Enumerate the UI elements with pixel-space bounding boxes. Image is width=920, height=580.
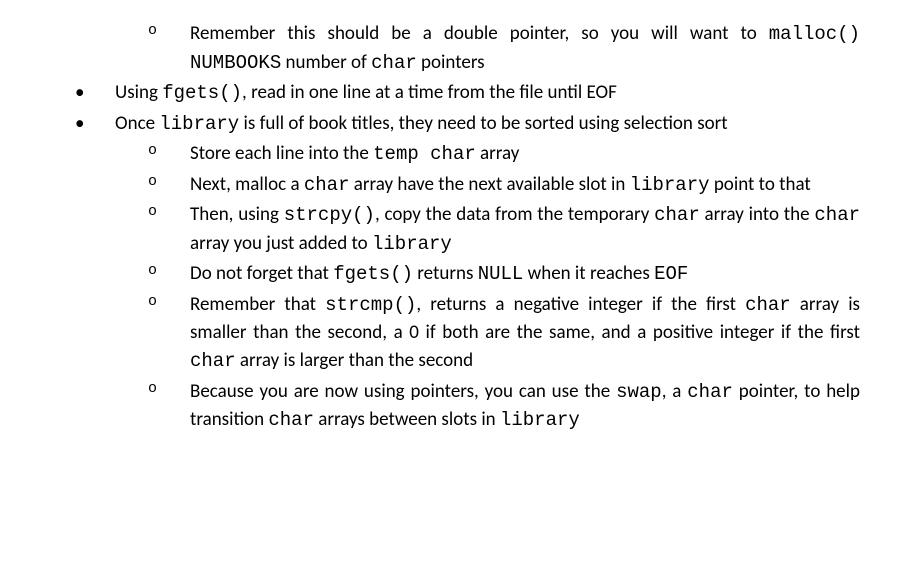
- code-text: char: [268, 409, 314, 431]
- body-text: pointers: [417, 51, 485, 74]
- code-text: library: [500, 409, 580, 431]
- code-text: library: [630, 174, 710, 196]
- body-text: Next, malloc a: [190, 173, 304, 196]
- document-content: Remember this should be a double pointer…: [60, 20, 860, 435]
- sub-bullet-item: Do not forget that fgets() returns NULL …: [60, 260, 860, 289]
- bullet-item: Once library is full of book titles, the…: [60, 110, 860, 139]
- code-text: NULL: [478, 263, 524, 285]
- code-text: fgets(): [333, 263, 413, 285]
- body-text: array into the: [700, 203, 815, 226]
- body-text: array: [476, 142, 520, 165]
- code-text: char: [745, 294, 791, 316]
- body-text: , a: [662, 380, 688, 403]
- code-text: library: [372, 233, 452, 255]
- code-text: char: [304, 174, 350, 196]
- code-text: char: [814, 204, 860, 226]
- sub-bullet-item: Remember this should be a double pointer…: [60, 20, 860, 77]
- sub-bullet-item: Because you are now using pointers, you …: [60, 378, 860, 435]
- code-text: char: [654, 204, 700, 226]
- bullet-item: Using fgets(), read in one line at a tim…: [60, 79, 860, 108]
- sub-bullet-item: Remember that strcmp(), returns a negati…: [60, 291, 860, 376]
- sub-bullet-list: Remember this should be a double pointer…: [60, 20, 860, 77]
- code-text: strcmp(): [325, 294, 416, 316]
- body-text: , copy the data from the temporary: [375, 203, 654, 226]
- code-text: library: [159, 113, 239, 135]
- body-text: Remember that: [190, 293, 325, 316]
- body-text: Do not forget that: [190, 262, 333, 285]
- sub-bullet-item: Next, malloc a char array have the next …: [60, 171, 860, 200]
- sub-bullet-item: Store each line into the temp char array: [60, 140, 860, 169]
- code-text: EOF: [654, 263, 688, 285]
- body-text: , read in one line at a time from the fi…: [242, 81, 617, 104]
- code-text: char: [190, 350, 236, 372]
- bullet-list: Using fgets(), read in one line at a tim…: [60, 79, 860, 138]
- code-text: fgets(): [162, 82, 242, 104]
- sub-bullet-item: Then, using strcpy(), copy the data from…: [60, 201, 860, 258]
- body-text: is full of book titles, they need to be …: [239, 112, 727, 135]
- body-text: Once: [115, 112, 159, 135]
- code-text: char: [687, 381, 733, 403]
- sub-bullet-list: Remember that strcmp(), returns a negati…: [60, 291, 860, 435]
- code-text: strcpy(): [284, 204, 375, 226]
- body-text: Store each line into the: [190, 142, 373, 165]
- code-text: NUMBOOKS: [190, 52, 281, 74]
- body-text: number of: [281, 51, 371, 74]
- body-text: when it reaches: [523, 262, 654, 285]
- body-text: array you just added to: [190, 232, 372, 255]
- body-text: returns: [413, 262, 478, 285]
- body-text: Remember this should be a double pointer…: [190, 22, 769, 45]
- body-text: , returns a negative integer if the firs…: [416, 293, 745, 316]
- body-text: arrays between slots in: [314, 408, 500, 431]
- code-text: swap: [616, 381, 662, 403]
- body-text: point to that: [710, 173, 811, 196]
- body-text: Using: [115, 81, 162, 104]
- sub-bullet-list: Store each line into the temp char array…: [60, 140, 860, 289]
- code-text: temp char: [373, 143, 476, 165]
- body-text: Because you are now using pointers, you …: [190, 380, 616, 403]
- body-text: array have the next available slot in: [349, 173, 629, 196]
- code-text: malloc(): [769, 23, 860, 45]
- body-text: Then, using: [190, 203, 284, 226]
- body-text: array is larger than the second: [236, 349, 474, 372]
- code-text: char: [371, 52, 417, 74]
